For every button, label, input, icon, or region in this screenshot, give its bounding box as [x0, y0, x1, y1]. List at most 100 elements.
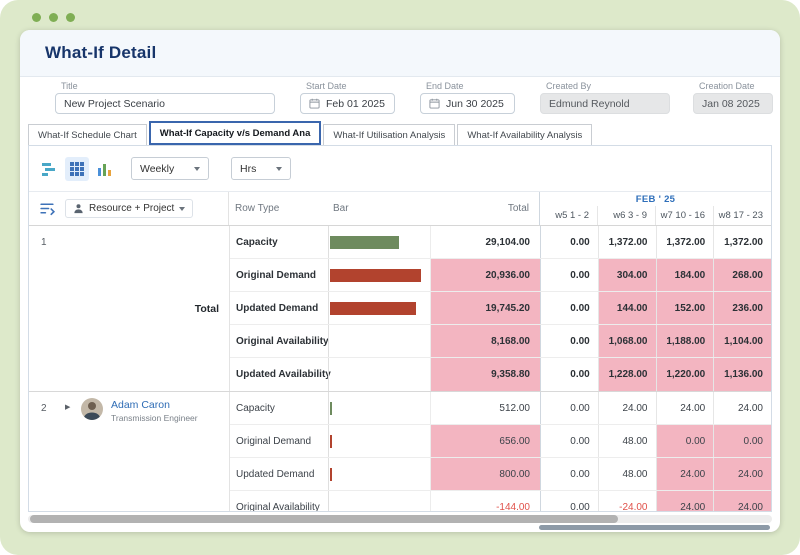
chevron-down-icon: [179, 206, 186, 211]
period-select[interactable]: Weekly: [131, 157, 209, 180]
week-cell: 1,220.00: [655, 358, 714, 391]
week-cell: 236.00: [713, 292, 771, 324]
row-bar: [330, 401, 333, 415]
field-input-start-date[interactable]: Feb 01 2025: [300, 93, 395, 114]
total-cell: 19,745.20: [430, 292, 540, 324]
horizontal-scrollbar-thumb[interactable]: [30, 515, 618, 523]
week-cell: 1,372.00: [713, 226, 771, 258]
bar-cell: [328, 292, 430, 324]
window-dot-2[interactable]: [49, 13, 58, 22]
week-cell: 24.00: [713, 392, 771, 424]
expand-caret-icon[interactable]: ▶: [65, 403, 70, 411]
field-value: Edmund Reynold: [549, 97, 630, 110]
row-bar: [330, 467, 333, 481]
bar-cell: [328, 491, 430, 511]
chevron-down-icon: [276, 166, 282, 171]
week-cell: 24.00: [655, 458, 714, 490]
week-cell: 0.00: [540, 425, 598, 457]
week-cell: 48.00: [597, 425, 656, 457]
grid-header: Resource + Project Row Type Bar Total FE…: [29, 192, 771, 226]
week-column-header: w8 17 - 23: [713, 206, 771, 225]
resource-name[interactable]: Adam Caron: [111, 399, 170, 411]
week-cell: 24.00: [655, 491, 714, 511]
total-cell: 29,104.00: [430, 226, 540, 258]
bar-cell: [328, 226, 430, 258]
tab-what-if-utilisation-analysis[interactable]: What-If Utilisation Analysis: [323, 124, 456, 145]
weeks-scrollbar-thumb[interactable]: [539, 525, 770, 530]
tab-what-if-capacity-v-s-demand-ana[interactable]: What-If Capacity v/s Demand Ana: [148, 121, 322, 145]
expand-rows-icon[interactable]: [39, 200, 56, 217]
field-label: Creation Date: [699, 81, 755, 91]
field-input-title[interactable]: New Project Scenario: [55, 93, 275, 114]
resource-role: Transmission Engineer: [111, 413, 198, 423]
row-type-cell: Updated Availability: [236, 369, 331, 380]
grid-row: Original Demand 656.00 0.00 48.00 0.00 0.00: [230, 425, 771, 458]
field-value: Feb 01 2025: [326, 97, 385, 110]
calendar-icon: [429, 98, 440, 109]
week-cell: 0.00: [655, 425, 714, 457]
week-cell: 184.00: [655, 259, 714, 291]
group-rows: Capacity 29,104.00 0.00 1,372.00 1,372.00 1,3…: [230, 226, 771, 391]
period-select-value: Weekly: [140, 162, 175, 175]
grouping-select[interactable]: Resource + Project: [65, 199, 194, 218]
resource-group: 2 ▶ Adam Caron Transmission Engineer Capacit…: [29, 392, 771, 511]
field-value: New Project Scenario: [64, 97, 165, 110]
resource-group: 1 Total Capacity 29,104.00 0.00 1,372.00 1,372…: [29, 226, 771, 392]
bar-chart-icon[interactable]: [93, 157, 117, 181]
row-index: 2: [41, 403, 47, 414]
week-columns-header: FEB ' 25 w5 1 - 2 w6 3 - 9 w7 10 - 16 w8 17…: [539, 192, 771, 225]
page-title: What-If Detail: [45, 43, 157, 62]
month-header: FEB ' 25: [635, 193, 676, 205]
unit-select[interactable]: Hrs: [231, 157, 291, 180]
row-type-cell: Capacity: [236, 236, 278, 248]
row-type-cell: Original Demand: [236, 435, 312, 447]
grid-row: Capacity 512.00 0.00 24.00 24.00 24.00: [230, 392, 771, 425]
gantt-chart-icon[interactable]: [37, 157, 61, 181]
group-total-label: Total: [194, 302, 219, 315]
week-cell: 24.00: [597, 392, 656, 424]
field-input-creation-date: Jan 08 2025: [693, 93, 773, 114]
group-rows: Capacity 512.00 0.00 24.00 24.00 24.00 Origina…: [230, 392, 771, 511]
window-controls: [32, 13, 75, 22]
bar-cell: [328, 325, 430, 357]
total-cell: 512.00: [430, 392, 540, 424]
group-left-cell: 2 ▶ Adam Caron Transmission Engineer: [29, 392, 230, 511]
field-input-end-date[interactable]: Jun 30 2025: [420, 93, 515, 114]
row-type-cell: Updated Demand: [236, 302, 319, 314]
week-cell: 1,372.00: [655, 226, 714, 258]
grouping-select-value: Resource + Project: [89, 203, 175, 214]
week-header-row: w5 1 - 2 w6 3 - 9 w7 10 - 16 w8 17 - 23: [540, 206, 771, 225]
week-cell: 0.00: [540, 458, 598, 490]
field-value: Jan 08 2025: [702, 97, 760, 110]
grid-row: Updated Availability 9,358.80 0.00 1,228.00…: [230, 358, 771, 391]
bar-cell: [328, 358, 430, 391]
week-cell: 0.00: [540, 491, 598, 511]
field-label: Start Date: [306, 81, 347, 91]
window-dot-1[interactable]: [32, 13, 41, 22]
toolbar: Weekly Hrs: [29, 146, 771, 192]
column-header-row-type: Row Type: [235, 203, 280, 214]
row-type-cell: Capacity: [236, 402, 275, 414]
week-cell: -24.00: [597, 491, 656, 511]
field-start-date: Start Date Feb 01 2025: [300, 81, 395, 114]
tab-what-if-schedule-chart[interactable]: What-If Schedule Chart: [28, 124, 147, 145]
week-cell: 152.00: [655, 292, 714, 324]
week-column-header: w7 10 - 16: [655, 206, 713, 225]
tab-what-if-availability-analysis[interactable]: What-If Availability Analysis: [457, 124, 593, 145]
week-cell: 1,136.00: [713, 358, 771, 391]
grid-view-icon[interactable]: [65, 156, 89, 181]
week-cell: 24.00: [713, 458, 771, 490]
week-cell: 1,188.00: [655, 325, 714, 357]
avatar: [81, 398, 103, 420]
row-bar: [330, 301, 416, 315]
week-cell: 24.00: [713, 491, 771, 511]
field-created-by: Created By Edmund Reynold: [540, 81, 670, 114]
field-input-created-by: Edmund Reynold: [540, 93, 670, 114]
week-cell: 0.00: [540, 259, 598, 291]
row-type-cell: Original Availability: [236, 335, 329, 347]
window-dot-3[interactable]: [66, 13, 75, 22]
grid-row: Original Demand 20,936.00 0.00 304.00 184.00…: [230, 259, 771, 292]
total-cell: 20,936.00: [430, 259, 540, 291]
week-cell: 1,228.00: [597, 358, 656, 391]
grid-body: 1 Total Capacity 29,104.00 0.00 1,372.00 1,372…: [29, 226, 771, 511]
